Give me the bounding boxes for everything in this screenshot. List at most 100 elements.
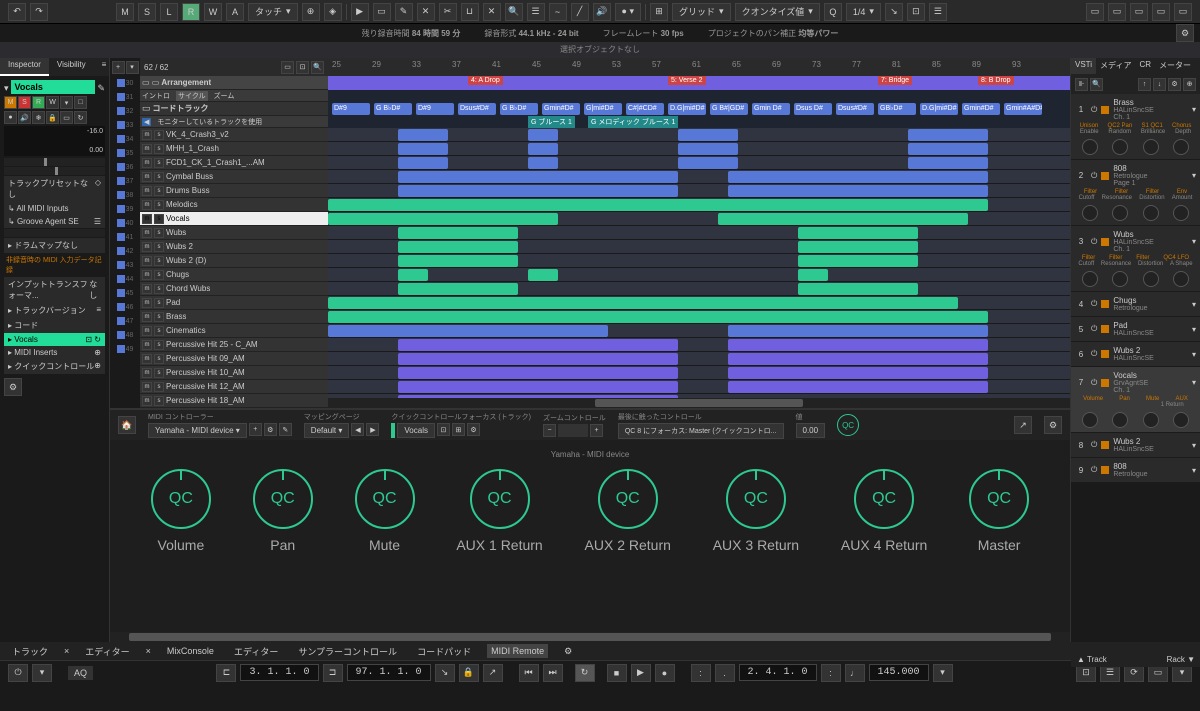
cr-tab[interactable]: CR [1136, 58, 1156, 74]
clip[interactable] [728, 381, 988, 393]
chord-event[interactable]: Gmin#A#D# [1004, 103, 1042, 115]
marker-right[interactable]: ⊐ [323, 664, 343, 682]
track-mute[interactable]: m [142, 284, 152, 294]
snap-mode-dropdown[interactable]: グリッド ▾ [672, 3, 731, 21]
vsti-up[interactable]: ↑ [1138, 78, 1151, 91]
mute-toggle[interactable]: M [116, 3, 134, 21]
bottom-settings-icon[interactable]: ⚙ [560, 644, 576, 659]
tap-tempo[interactable]: ▾ [933, 664, 953, 682]
vsti-power-icon[interactable]: ⏻ [1091, 378, 1097, 388]
clip[interactable] [398, 157, 448, 169]
qc-badge-icon[interactable]: QC [837, 414, 859, 436]
track-mute[interactable]: m [142, 368, 152, 378]
vsti-power-icon[interactable]: ⏻ [1091, 237, 1097, 247]
qc-focus[interactable]: Vocals [397, 423, 435, 438]
tool-q1[interactable]: ↘ [885, 3, 903, 21]
vsti-knob[interactable] [1082, 271, 1098, 287]
chord-event[interactable]: Dsus#D# [458, 103, 496, 115]
vsti-expand-icon[interactable]: ▾ [1192, 466, 1196, 475]
listen-toggle[interactable]: L [160, 3, 178, 21]
layout-2[interactable]: ▭ [1108, 3, 1126, 21]
draw-tool[interactable]: ✎ [395, 3, 413, 21]
track-solo[interactable]: s [154, 270, 164, 280]
edit-icon[interactable]: ✎ [97, 83, 105, 94]
arrange-lane[interactable] [328, 184, 1070, 198]
marker[interactable]: 4: A Drop [468, 76, 503, 85]
qc-knob[interactable]: QC [253, 469, 313, 529]
hdr-btn-2[interactable]: ⊡ [296, 61, 309, 74]
clip[interactable] [728, 339, 988, 351]
track-color[interactable] [117, 289, 125, 297]
clip[interactable] [678, 143, 738, 155]
track-color[interactable] [117, 149, 125, 157]
mute-tool[interactable]: ✕ [483, 3, 501, 21]
track-mute[interactable]: m [142, 158, 152, 168]
punch-toggle[interactable]: ↗ [483, 664, 503, 682]
btn-5[interactable]: ▾ [60, 96, 73, 109]
track-color[interactable] [117, 205, 125, 213]
chord-event[interactable]: G B♭D# [374, 103, 412, 115]
clip[interactable] [398, 381, 678, 393]
track-solo[interactable]: s [154, 200, 164, 210]
track-row[interactable]: msPercussive Hit 12_AM [140, 380, 328, 394]
vocals-section[interactable]: ▸ Vocals⊡ ↻ [4, 333, 105, 346]
midi-inserts-section[interactable]: ▸ MIDI Inserts⊕ [4, 346, 105, 359]
ctrl-cfg[interactable]: ⚙ [264, 423, 277, 436]
clip[interactable] [328, 213, 558, 225]
marker-left[interactable]: ⊏ [216, 664, 236, 682]
track-row[interactable]: msWubs [140, 226, 328, 240]
go-end[interactable]: ⏭ [543, 664, 563, 682]
vsti-add[interactable]: ⊪ [1075, 78, 1088, 91]
track-row[interactable]: msPercussive Hit 18_AM [140, 394, 328, 408]
vsti-knob[interactable] [1082, 205, 1098, 221]
vsti-expand-icon[interactable]: ▾ [1192, 350, 1196, 359]
marker[interactable]: 7: Bridge [878, 76, 912, 85]
clip[interactable] [398, 227, 518, 239]
track-color[interactable] [117, 261, 125, 269]
range-tool[interactable]: ▭ [373, 3, 391, 21]
track-mute[interactable]: m [142, 172, 152, 182]
arrange-lane[interactable] [328, 366, 1070, 380]
qc-knob[interactable]: QC [726, 469, 786, 529]
arrange-lane[interactable] [328, 170, 1070, 184]
timeline-ruler[interactable]: 252933374145495357616569737781858993 [328, 58, 1070, 76]
clip[interactable] [328, 325, 608, 337]
close-icon[interactable]: × [64, 646, 69, 656]
clip[interactable] [678, 129, 738, 141]
comp-tool[interactable]: ☰ [527, 3, 545, 21]
vsti-footer-track[interactable]: ▲ Track [1077, 655, 1107, 664]
zoom-out[interactable]: − [543, 424, 556, 437]
qc-cfg[interactable]: ⚙ [467, 423, 480, 436]
track-color[interactable] [117, 177, 125, 185]
stop-btn[interactable]: ■ [607, 664, 627, 682]
track-solo[interactable]: s [154, 186, 164, 196]
clip[interactable] [798, 283, 918, 295]
vsti-power-icon[interactable]: ⏻ [1091, 105, 1097, 115]
vsti-expand-icon[interactable]: ▾ [1192, 325, 1196, 334]
track-solo[interactable]: s [154, 130, 164, 140]
vsti-footer-rack[interactable]: Rack ▼ [1167, 655, 1195, 664]
track-row[interactable]: msCinematics [140, 324, 328, 338]
track-color[interactable] [117, 303, 125, 311]
vsti-color[interactable] [1101, 172, 1109, 180]
clip[interactable] [398, 171, 678, 183]
chord-event[interactable]: D#9 [416, 103, 454, 115]
vsti-knob[interactable] [1112, 205, 1128, 221]
visibility-tab[interactable]: Visibility [49, 58, 94, 76]
bottom-tab[interactable]: エディター [230, 643, 282, 660]
track-color[interactable] [117, 121, 125, 129]
track-mute[interactable]: m [142, 382, 152, 392]
vsti-item[interactable]: 7⏻VocalsGrvAgntSECh. 1▾VolumePanMuteAUX1… [1071, 367, 1200, 433]
qc-knob[interactable]: QC [969, 469, 1029, 529]
tool-02[interactable]: ◈ [324, 3, 342, 21]
track-solo[interactable]: s [154, 396, 164, 406]
clip[interactable] [728, 171, 988, 183]
track-solo[interactable]: s [154, 214, 164, 224]
clip[interactable] [798, 227, 918, 239]
clip[interactable] [398, 353, 678, 365]
track-menu-btn[interactable]: ▾ [126, 61, 139, 74]
track-row[interactable]: msCymbal Buss [140, 170, 328, 184]
arrange-lane[interactable] [328, 128, 1070, 142]
track-solo[interactable]: s [154, 354, 164, 364]
zoom-in[interactable]: + [590, 424, 603, 437]
